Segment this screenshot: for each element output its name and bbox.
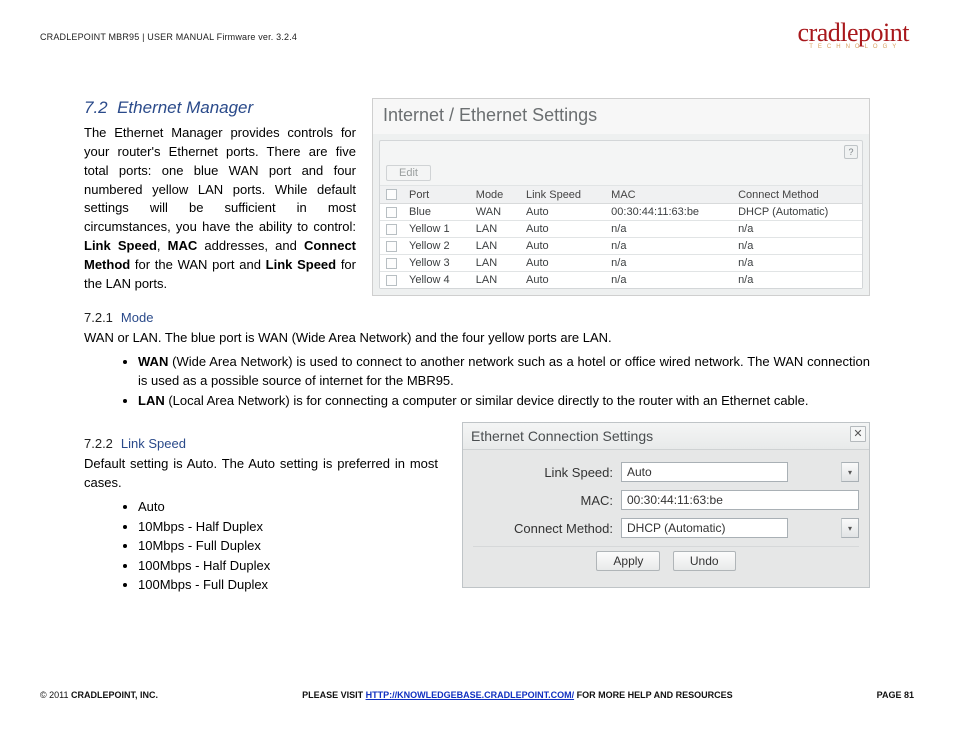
section-number: 7.2: [84, 98, 108, 117]
cell-cm: n/a: [732, 272, 862, 289]
cell-mac: n/a: [605, 255, 732, 272]
cell-port: Yellow 2: [403, 238, 470, 255]
cell-port: Yellow 4: [403, 272, 470, 289]
link-speed-option: 100Mbps - Half Duplex: [138, 556, 438, 576]
link-speed-label: Link Speed:: [473, 465, 621, 480]
footer-page: PAGE 81: [877, 690, 914, 700]
link-speed-option: 10Mbps - Half Duplex: [138, 517, 438, 537]
section-intro: The Ethernet Manager provides controls f…: [84, 124, 356, 294]
close-icon[interactable]: ✕: [850, 426, 866, 442]
table-row[interactable]: Yellow 2LANAuton/an/a: [380, 238, 862, 255]
cell-mode: LAN: [470, 221, 520, 238]
subsection-mode: 7.2.1Mode: [84, 310, 870, 325]
row-checkbox[interactable]: [386, 275, 397, 286]
brand-logo: cradlepoint TECHNOLOGY: [798, 18, 914, 50]
chevron-down-icon[interactable]: ▾: [841, 462, 859, 482]
connect-method-select[interactable]: [621, 518, 788, 538]
cell-mode: LAN: [470, 238, 520, 255]
logo-subtext: TECHNOLOGY: [798, 44, 909, 50]
section-title: 7.2 Ethernet Manager: [84, 98, 356, 118]
row-checkbox[interactable]: [386, 241, 397, 252]
cell-port: Yellow 1: [403, 221, 470, 238]
cell-port: Yellow 3: [403, 255, 470, 272]
table-row[interactable]: Yellow 4LANAuton/an/a: [380, 272, 862, 289]
cell-speed: Auto: [520, 255, 605, 272]
cell-cm: n/a: [732, 238, 862, 255]
row-checkbox[interactable]: [386, 207, 397, 218]
footer-help: PLEASE VISIT HTTP://KNOWLEDGEBASE.CRADLE…: [302, 690, 733, 700]
edit-button[interactable]: Edit: [386, 165, 431, 181]
section-name: Ethernet Manager: [117, 98, 253, 117]
dialog-title: Ethernet Connection Settings ✕: [463, 423, 869, 450]
table-row[interactable]: BlueWANAuto00:30:44:11:63:beDHCP (Automa…: [380, 204, 862, 221]
cell-speed: Auto: [520, 272, 605, 289]
cell-speed: Auto: [520, 221, 605, 238]
table-row[interactable]: Yellow 1LANAuton/an/a: [380, 221, 862, 238]
ethernet-settings-panel: Internet / Ethernet Settings ? Edit Port…: [372, 98, 870, 296]
link-speed-select[interactable]: [621, 462, 788, 482]
bullet-wan: WAN (Wide Area Network) is used to conne…: [138, 352, 870, 391]
link-speed-option: 10Mbps - Full Duplex: [138, 536, 438, 556]
cell-cm: n/a: [732, 221, 862, 238]
mode-text: WAN or LAN. The blue port is WAN (Wide A…: [84, 329, 870, 348]
doc-header-line: CRADLEPOINT MBR95 | USER MANUAL Firmware…: [40, 18, 297, 42]
ethernet-connection-dialog: Ethernet Connection Settings ✕ Link Spee…: [462, 422, 870, 588]
bullet-lan: LAN (Local Area Network) is for connecti…: [138, 391, 870, 411]
cell-cm: DHCP (Automatic): [732, 204, 862, 221]
cell-port: Blue: [403, 204, 470, 221]
chevron-down-icon[interactable]: ▾: [841, 518, 859, 538]
col-connect-method: Connect Method: [732, 186, 862, 204]
row-checkbox[interactable]: [386, 224, 397, 235]
cell-speed: Auto: [520, 204, 605, 221]
kb-link[interactable]: HTTP://KNOWLEDGEBASE.CRADLEPOINT.COM/: [366, 690, 575, 700]
cell-cm: n/a: [732, 255, 862, 272]
cell-mac: n/a: [605, 238, 732, 255]
subsection-link-speed: 7.2.2Link Speed: [84, 436, 438, 451]
help-icon[interactable]: ?: [844, 145, 858, 159]
col-mode: Mode: [470, 186, 520, 204]
col-port: Port: [403, 186, 470, 204]
panel-title: Internet / Ethernet Settings: [373, 99, 869, 134]
table-row[interactable]: Yellow 3LANAuton/an/a: [380, 255, 862, 272]
footer-copyright: © 2011 CRADLEPOINT, INC.: [40, 690, 158, 700]
cell-mac: n/a: [605, 221, 732, 238]
connect-method-label: Connect Method:: [473, 521, 621, 536]
apply-button[interactable]: Apply: [596, 551, 660, 571]
mac-label: MAC:: [473, 493, 621, 508]
row-checkbox[interactable]: [386, 258, 397, 269]
ethernet-ports-table: Port Mode Link Speed MAC Connect Method …: [380, 185, 862, 288]
cell-speed: Auto: [520, 238, 605, 255]
cell-mode: LAN: [470, 255, 520, 272]
link-speed-text: Default setting is Auto. The Auto settin…: [84, 455, 438, 493]
cell-mac: n/a: [605, 272, 732, 289]
cell-mode: LAN: [470, 272, 520, 289]
cell-mac: 00:30:44:11:63:be: [605, 204, 732, 221]
undo-button[interactable]: Undo: [673, 551, 736, 571]
link-speed-option: 100Mbps - Full Duplex: [138, 575, 438, 595]
col-mac: MAC: [605, 186, 732, 204]
link-speed-option: Auto: [138, 497, 438, 517]
mac-input[interactable]: [621, 490, 859, 510]
col-link-speed: Link Speed: [520, 186, 605, 204]
col-checkbox[interactable]: [380, 186, 403, 204]
cell-mode: WAN: [470, 204, 520, 221]
